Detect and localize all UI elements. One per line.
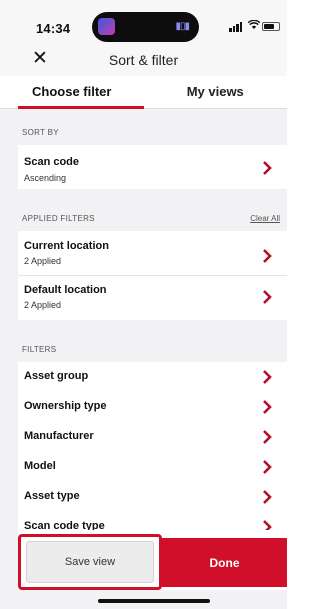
sort-filter-screen: 14:34 ▮▯▮ ✕ Sort & filter Choose filter … (0, 0, 287, 609)
filter-label: Manufacturer (24, 430, 94, 442)
chevron-right-icon (263, 520, 272, 530)
filter-manufacturer-row[interactable]: Manufacturer (18, 422, 287, 452)
chevron-right-icon (263, 161, 272, 175)
filter-current-location-row[interactable]: Current location 2 Applied (18, 231, 287, 275)
done-button[interactable]: Done (162, 538, 287, 587)
filter-label: Current location (24, 240, 109, 252)
filter-model-row[interactable]: Model (18, 452, 287, 482)
tab-choose-filter[interactable]: Choose filter (0, 76, 144, 109)
sort-scan-code-row[interactable]: Scan code Ascending (18, 145, 287, 189)
applied-filters-header: APPLIED FILTERS Clear All (0, 203, 287, 231)
chevron-right-icon (263, 460, 272, 474)
chevron-right-icon (263, 370, 272, 384)
signal-icon (229, 22, 242, 32)
chevron-right-icon (263, 249, 272, 263)
filter-label: Model (24, 460, 56, 472)
wifi-icon (247, 19, 261, 33)
filter-applied-count: 2 Applied (24, 300, 62, 310)
filter-label: Default location (24, 284, 107, 296)
filters-heading: FILTERS (22, 345, 57, 354)
battery-icon (262, 22, 280, 31)
applied-filters-heading: APPLIED FILTERS (22, 214, 95, 223)
filter-label: Scan code type (24, 520, 105, 530)
filter-applied-count: 2 Applied (24, 256, 62, 266)
filter-label: Asset type (24, 490, 80, 502)
sort-order-value: Ascending (24, 173, 67, 183)
filter-asset-group-row[interactable]: Asset group (18, 362, 287, 392)
sort-by-header: SORT BY (0, 117, 287, 145)
filter-asset-type-row[interactable]: Asset type (18, 482, 287, 512)
filter-label: Asset group (24, 370, 89, 382)
status-time: 14:34 (36, 21, 71, 36)
filter-scan-code-type-row[interactable]: Scan code type (18, 512, 287, 530)
chevron-right-icon (263, 400, 272, 414)
tab-bar: Choose filter My views (0, 76, 287, 109)
tab-my-views[interactable]: My views (144, 76, 288, 108)
home-indicator (98, 599, 210, 603)
audio-wave-icon: ▮▯▮ (175, 21, 189, 32)
filter-label: Ownership type (24, 400, 107, 412)
filter-default-location-row[interactable]: Default location 2 Applied (18, 276, 287, 320)
clear-all-link[interactable]: Clear All (250, 214, 280, 223)
sort-field-label: Scan code (24, 156, 80, 168)
chevron-right-icon (263, 430, 272, 444)
status-bar: 14:34 ▮▯▮ (0, 0, 287, 42)
filter-ownership-type-row[interactable]: Ownership type (18, 392, 287, 422)
header: ✕ Sort & filter (0, 42, 287, 76)
dynamic-island: ▮▯▮ (92, 12, 199, 42)
chevron-right-icon (263, 290, 272, 304)
filters-header: FILTERS (0, 334, 287, 362)
app-activity-icon (98, 18, 115, 35)
page-title: Sort & filter (108, 52, 179, 68)
chevron-right-icon (263, 490, 272, 504)
save-view-button[interactable]: Save view (26, 541, 154, 583)
sort-by-heading: SORT BY (22, 128, 59, 137)
